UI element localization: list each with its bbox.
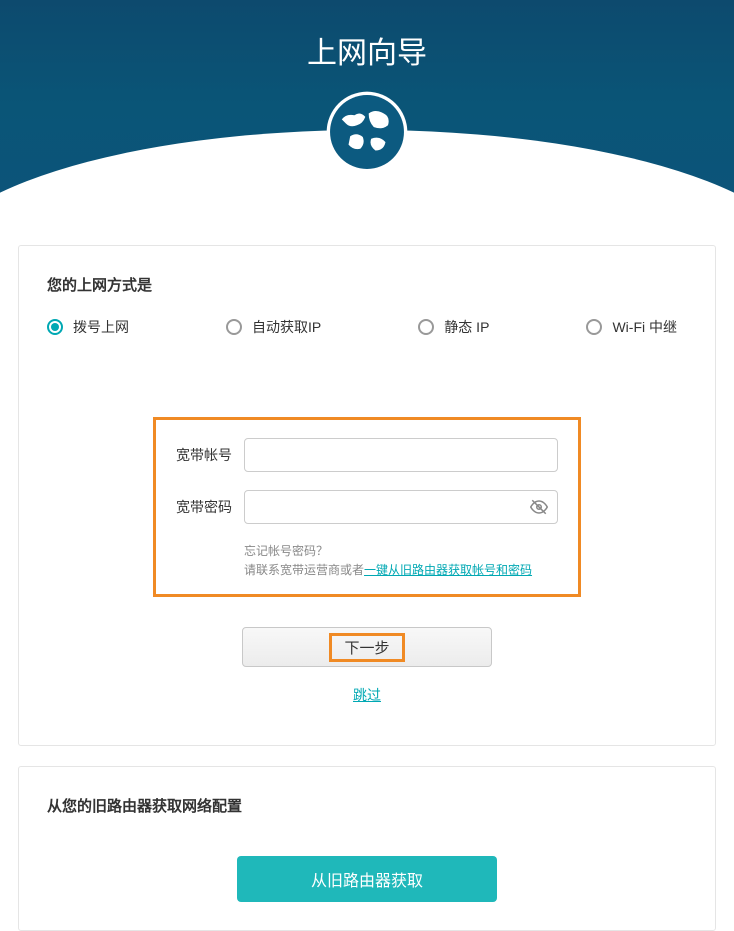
skip-link[interactable]: 跳过 <box>47 685 687 705</box>
password-row: 宽带密码 <box>176 490 558 524</box>
account-label: 宽带帐号 <box>176 445 244 465</box>
card2-title: 从您的旧路由器获取网络配置 <box>47 795 687 816</box>
connection-card: 您的上网方式是 拨号上网 自动获取IP 静态 IP Wi-Fi 中继 宽带帐号 … <box>18 245 716 746</box>
import-card: 从您的旧路由器获取网络配置 从旧路由器获取 <box>18 766 716 931</box>
radio-label: 静态 IP <box>444 317 489 337</box>
radio-circle-icon <box>586 319 602 335</box>
radio-wifi-repeat[interactable]: Wi-Fi 中继 <box>586 317 677 337</box>
import-button[interactable]: 从旧路由器获取 <box>237 856 497 902</box>
radio-label: 拨号上网 <box>73 317 129 337</box>
card-title: 您的上网方式是 <box>47 274 687 295</box>
password-input[interactable] <box>244 490 558 524</box>
credentials-form: 宽带帐号 宽带密码 忘记帐号密码？ 请联系宽带运营商或者一键从旧路由器获取帐号和… <box>153 417 581 597</box>
next-button[interactable]: 下一步 <box>242 627 492 667</box>
radio-circle-icon <box>226 319 242 335</box>
next-button-label: 下一步 <box>329 633 404 662</box>
hint-line2: 请联系宽带运营商或者一键从旧路由器获取帐号和密码 <box>244 561 558 580</box>
radio-static-ip[interactable]: 静态 IP <box>418 317 489 337</box>
eye-icon[interactable] <box>530 498 548 516</box>
radio-dialup[interactable]: 拨号上网 <box>47 317 129 337</box>
globe-icon <box>325 90 409 174</box>
hint-line1: 忘记帐号密码？ <box>244 542 558 561</box>
account-input[interactable] <box>244 438 558 472</box>
page-title: 上网向导 <box>0 0 734 72</box>
radio-label: Wi-Fi 中继 <box>612 317 677 337</box>
connection-type-radios: 拨号上网 自动获取IP 静态 IP Wi-Fi 中继 <box>47 317 687 337</box>
radio-auto-ip[interactable]: 自动获取IP <box>226 317 321 337</box>
radio-circle-icon <box>418 319 434 335</box>
account-row: 宽带帐号 <box>176 438 558 472</box>
hint-text: 忘记帐号密码？ 请联系宽带运营商或者一键从旧路由器获取帐号和密码 <box>244 542 558 580</box>
password-label: 宽带密码 <box>176 497 244 517</box>
radio-label: 自动获取IP <box>252 317 321 337</box>
header-banner: 上网向导 <box>0 0 734 210</box>
radio-circle-icon <box>47 319 63 335</box>
import-credentials-link[interactable]: 一键从旧路由器获取帐号和密码 <box>364 563 532 577</box>
